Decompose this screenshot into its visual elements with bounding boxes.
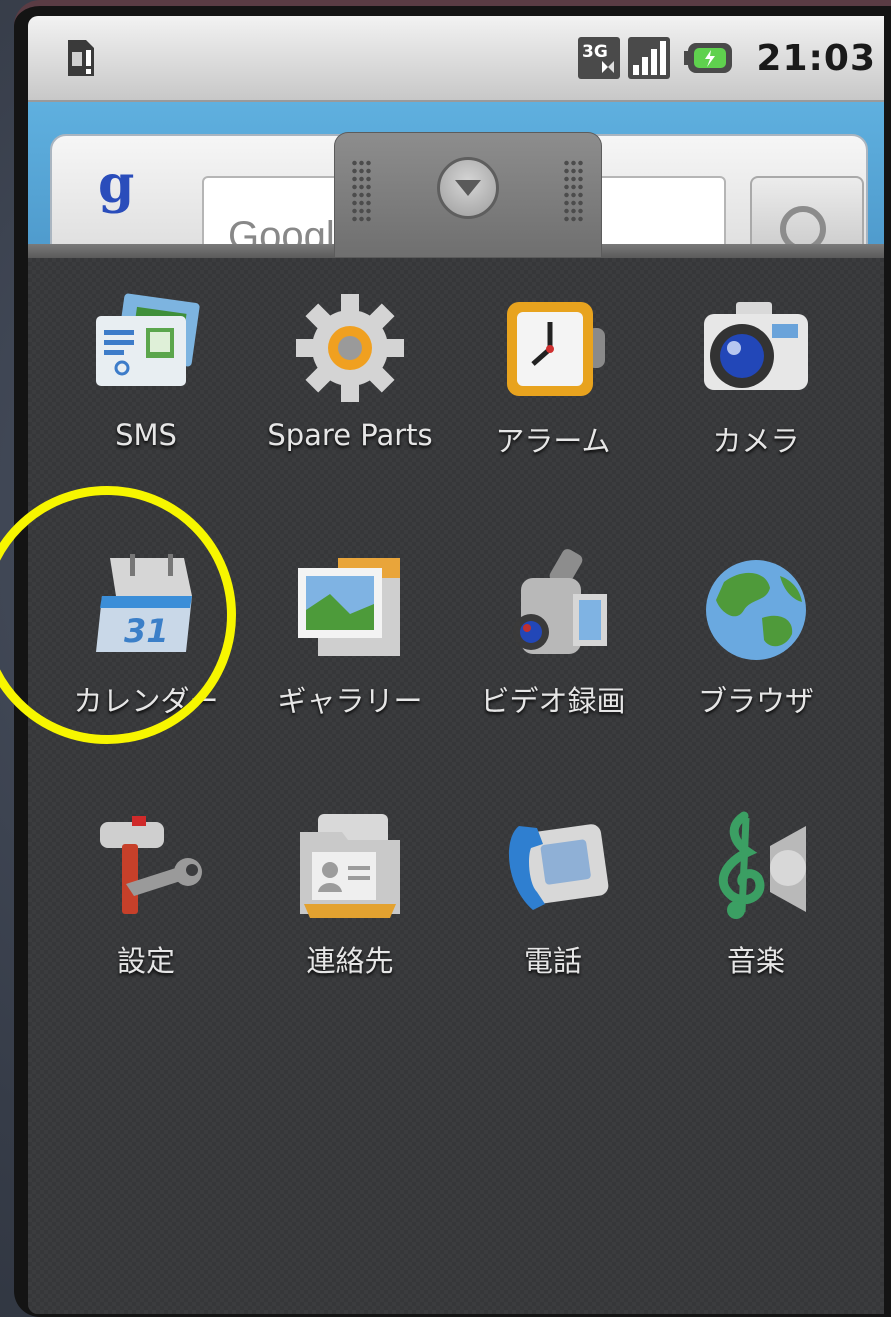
app-video-camera[interactable]: ビデオ録画 bbox=[453, 548, 653, 748]
status-bar: 3G 21:03 bbox=[28, 16, 884, 102]
app-label: ビデオ録画 bbox=[480, 684, 626, 718]
contacts-folder-icon bbox=[300, 814, 400, 918]
phone-frame: 3G 21:03 g Googl SMS Spare Parts アラーム カメ… bbox=[14, 0, 891, 1317]
signal-icon bbox=[628, 37, 671, 79]
app-spare-parts[interactable]: Spare Parts bbox=[250, 288, 450, 488]
app-camera[interactable]: カメラ bbox=[656, 288, 856, 488]
app-label: カメラ bbox=[712, 424, 800, 458]
grip-right bbox=[563, 159, 585, 223]
battery-charging-icon bbox=[684, 43, 733, 73]
3g-icon: 3G bbox=[578, 37, 621, 79]
svg-text:3G: 3G bbox=[582, 42, 608, 62]
app-label: SMS bbox=[115, 418, 177, 452]
camcorder-icon bbox=[513, 549, 607, 654]
app-phone[interactable]: 電話 bbox=[453, 808, 653, 1008]
app-label: カレンダー bbox=[73, 684, 219, 718]
app-drawer: SMS Spare Parts アラーム カメラ 31 カレンダー ギャラリー … bbox=[28, 258, 884, 1314]
app-settings[interactable]: 設定 bbox=[46, 808, 246, 1008]
app-label: ギャラリー bbox=[277, 684, 423, 718]
settings-tools-icon bbox=[100, 816, 202, 914]
status-clock: 21:03 bbox=[756, 37, 876, 79]
sim-alert-icon bbox=[68, 40, 94, 76]
app-label: ブラウザ bbox=[697, 684, 814, 718]
app-contacts[interactable]: 連絡先 bbox=[250, 808, 450, 1008]
chevron-down-icon bbox=[437, 157, 499, 219]
music-icon bbox=[718, 811, 806, 919]
app-calendar[interactable]: 31 カレンダー bbox=[46, 548, 246, 748]
app-label: 電話 bbox=[523, 944, 582, 978]
app-alarm[interactable]: アラーム bbox=[453, 288, 653, 488]
drawer-handle[interactable] bbox=[334, 132, 602, 257]
sms-icon bbox=[96, 293, 200, 386]
app-label: 設定 bbox=[116, 944, 175, 978]
app-label: 連絡先 bbox=[306, 944, 394, 978]
app-label: 音楽 bbox=[726, 944, 785, 978]
phone-screen: 3G 21:03 g Googl SMS Spare Parts アラーム カメ… bbox=[28, 16, 884, 1314]
google-logo-icon: g bbox=[98, 154, 135, 215]
app-gallery[interactable]: ギャラリー bbox=[250, 548, 450, 748]
calendar-icon-number: 31 bbox=[124, 612, 169, 650]
app-label: Spare Parts bbox=[267, 418, 433, 452]
alarm-clock-icon bbox=[507, 302, 605, 396]
app-label: アラーム bbox=[495, 424, 611, 458]
phone-icon bbox=[508, 824, 609, 910]
camera-icon bbox=[704, 302, 808, 390]
app-music[interactable]: 音楽 bbox=[656, 808, 856, 1008]
app-sms[interactable]: SMS bbox=[46, 288, 246, 488]
app-browser[interactable]: ブラウザ bbox=[656, 548, 856, 748]
gallery-icon bbox=[298, 558, 400, 656]
calendar-icon: 31 bbox=[96, 554, 192, 652]
grip-left bbox=[351, 159, 373, 223]
globe-icon bbox=[706, 560, 806, 660]
gear-icon bbox=[296, 294, 404, 402]
